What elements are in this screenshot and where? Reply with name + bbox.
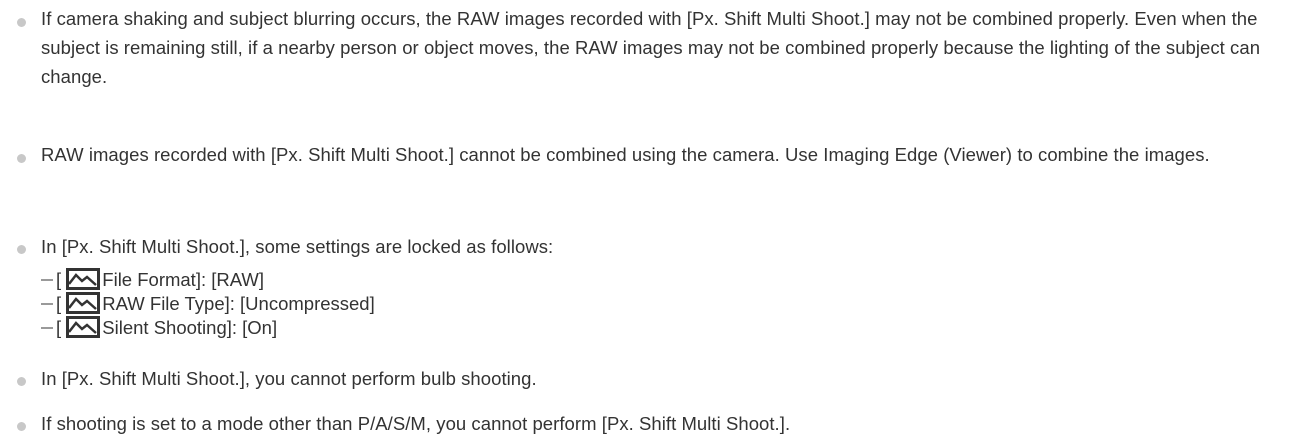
setting-open-bracket: [ xyxy=(56,293,62,314)
note-text: In [Px. Shift Multi Shoot.], some settin… xyxy=(41,236,554,257)
dash-icon xyxy=(41,279,53,282)
bullet-icon xyxy=(17,18,26,27)
bullet-icon xyxy=(17,154,26,163)
still-image-icon xyxy=(66,268,101,291)
note-text: RAW images recorded with [Px. Shift Mult… xyxy=(41,144,1210,165)
note-text: If shooting is set to a mode other than … xyxy=(41,413,791,434)
note-text: If camera shaking and subject blurring o… xyxy=(41,8,1261,87)
locked-setting-item: [ File Format]: [RAW] xyxy=(41,268,264,292)
still-image-icon xyxy=(66,316,101,339)
bullet-icon xyxy=(17,422,26,431)
note-text: In [Px. Shift Multi Shoot.], you cannot … xyxy=(41,368,537,389)
setting-text: RAW File Type]: [Uncompressed] xyxy=(102,293,375,314)
setting-text: File Format]: [RAW] xyxy=(102,269,264,290)
dash-icon xyxy=(41,303,53,306)
locked-setting-item: [ RAW File Type]: [Uncompressed] xyxy=(41,292,375,316)
locked-setting-item: [ Silent Shooting]: [On] xyxy=(41,316,277,340)
setting-text: Silent Shooting]: [On] xyxy=(102,317,278,338)
still-image-icon xyxy=(66,292,101,315)
setting-open-bracket: [ xyxy=(56,269,62,290)
dash-icon xyxy=(41,327,53,330)
bullet-icon xyxy=(17,245,26,254)
setting-open-bracket: [ xyxy=(56,317,62,338)
bullet-icon xyxy=(17,377,26,386)
